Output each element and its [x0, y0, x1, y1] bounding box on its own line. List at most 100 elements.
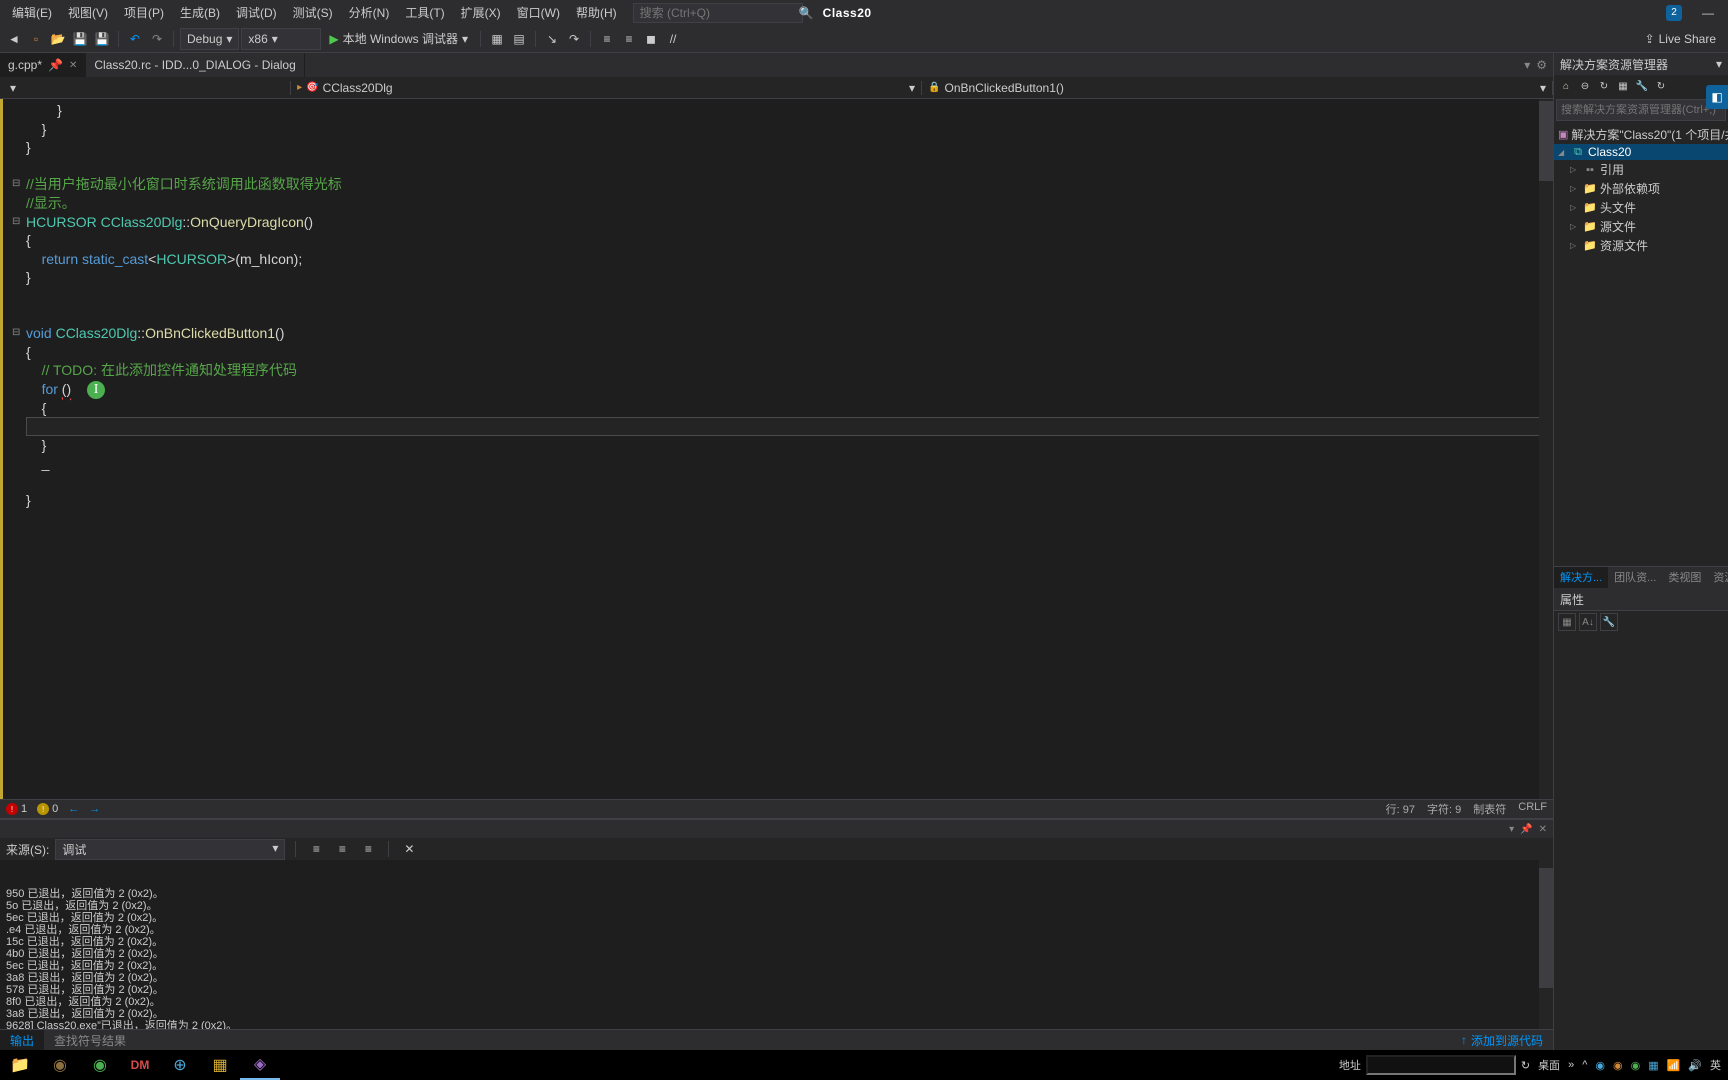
tray-app-icon[interactable]: ▦ — [1645, 1059, 1661, 1072]
live-share-button[interactable]: ⇪ Live Share — [1637, 32, 1724, 46]
menu-window[interactable]: 窗口(W) — [509, 1, 568, 24]
output-text[interactable]: 950 已退出，返回值为 2 (0x2)。5o 已退出，返回值为 2 (0x2)… — [0, 860, 1553, 1029]
comment-icon[interactable]: // — [663, 29, 683, 49]
sln-refresh-icon[interactable]: ↻ — [1653, 78, 1669, 94]
tab-file[interactable]: Class20.rc - IDD...0_DIALOG - Dialog — [86, 53, 304, 77]
code-editor[interactable]: } }}⊟//当用户拖动最小化窗口时系统调用此函数取得光标//显示。⊟HCURS… — [0, 99, 1553, 799]
props-pages-icon[interactable]: 🔧 — [1600, 613, 1618, 631]
sln-show-all-icon[interactable]: ▦ — [1615, 78, 1631, 94]
output-scrollbar[interactable] — [1539, 860, 1553, 1029]
indent-icon[interactable]: ≡ — [597, 29, 617, 49]
taskbar-app2-icon[interactable]: ⊕ — [160, 1050, 200, 1080]
bookmark-icon[interactable]: ◼ — [641, 29, 661, 49]
taskbar-browser-icon[interactable]: ◉ — [80, 1050, 120, 1080]
expand-icon[interactable]: ▷ — [1570, 222, 1580, 231]
step-over-icon[interactable]: ↷ — [564, 29, 584, 49]
global-search[interactable]: 🔍 — [633, 3, 803, 23]
tray-icon[interactable]: ^ — [1579, 1059, 1590, 1071]
bottom-tab-find[interactable]: 查找符号结果 — [44, 1030, 136, 1051]
taskbar-dm-icon[interactable]: DM — [120, 1050, 160, 1080]
new-file-icon[interactable]: ▫ — [26, 29, 46, 49]
tray-app-icon[interactable]: ◉ — [1592, 1059, 1608, 1072]
taskbar-app-icon[interactable]: ◉ — [40, 1050, 80, 1080]
close-icon[interactable]: ✕ — [69, 60, 77, 71]
tree-references-node[interactable]: ▷▪▪引用 — [1566, 160, 1728, 179]
platform-dropdown[interactable]: x86▾ — [241, 28, 321, 50]
minimap-scrollbar[interactable] — [1539, 99, 1553, 799]
status-eol[interactable]: CRLF — [1518, 801, 1547, 817]
menu-extensions[interactable]: 扩展(X) — [453, 1, 509, 24]
nav-next-icon[interactable]: → — [89, 803, 100, 815]
nav-back-icon[interactable]: ◄ — [4, 29, 24, 49]
output-scroll-icon[interactable]: ≡ — [358, 839, 378, 859]
tree-solution-node[interactable]: ▣解决方案"Class20"(1 个项目/共 1 个) — [1554, 125, 1728, 144]
search-input[interactable] — [640, 6, 795, 20]
tab-settings-icon[interactable]: ⚙ — [1536, 58, 1547, 72]
expand-icon[interactable]: ◢ — [1558, 148, 1568, 157]
address-input[interactable] — [1366, 1055, 1516, 1075]
rtab-team[interactable]: 团队资... — [1608, 567, 1662, 588]
menu-build[interactable]: 生成(B) — [172, 1, 228, 24]
taskbar-vs-icon[interactable]: ◈ — [240, 1050, 280, 1080]
menu-analyze[interactable]: 分析(N) — [341, 1, 398, 24]
menu-project[interactable]: 项目(P) — [116, 1, 172, 24]
tree-sources-node[interactable]: ▷📁源文件 — [1566, 217, 1728, 236]
panel-pin-icon[interactable]: 📌 — [1520, 824, 1532, 835]
tray-app-icon[interactable]: ◉ — [1628, 1059, 1644, 1072]
tb-btn-2[interactable]: ▤ — [509, 29, 529, 49]
menu-debug[interactable]: 调试(D) — [228, 1, 285, 24]
tab-file-active[interactable]: g.cpp* 📌 ✕ — [0, 53, 86, 77]
rtab-resourceview[interactable]: 资源视图 — [1707, 567, 1728, 588]
nav-prev-icon[interactable]: ← — [68, 803, 79, 815]
rtab-solution[interactable]: 解决方... — [1554, 567, 1608, 588]
bottom-tab-output[interactable]: 输出 — [0, 1030, 44, 1051]
tree-resources-node[interactable]: ▷📁资源文件 — [1566, 236, 1728, 255]
step-into-icon[interactable]: ↘ — [542, 29, 562, 49]
taskbar-explorer-icon[interactable]: 📁 — [0, 1050, 40, 1080]
taskbar-notepad-icon[interactable]: ▦ — [200, 1050, 240, 1080]
run-button[interactable]: ▶ 本地 Windows 调试器 ▾ — [323, 28, 474, 49]
pin-icon[interactable]: 📌 — [48, 58, 63, 72]
sln-properties-icon[interactable]: 🔧 — [1634, 78, 1650, 94]
tray-network-icon[interactable]: 📶 — [1664, 1059, 1684, 1072]
tree-project-node[interactable]: ◢⧉Class20 — [1554, 144, 1728, 160]
minimize-button[interactable]: — — [1702, 6, 1714, 20]
menu-test[interactable]: 测试(S) — [285, 1, 341, 24]
crumb-scope[interactable]: ▾ — [0, 81, 291, 95]
menu-edit[interactable]: 编辑(E) — [4, 1, 60, 24]
tray-volume-icon[interactable]: 🔊 — [1685, 1059, 1705, 1072]
tray-chevron-icon[interactable]: » — [1565, 1059, 1577, 1071]
sln-home-icon[interactable]: ⌂ — [1558, 78, 1574, 94]
undo-icon[interactable]: ↶ — [125, 29, 145, 49]
panel-dropdown-icon[interactable]: ▾ — [1509, 824, 1514, 835]
expand-icon[interactable]: ▷ — [1570, 203, 1580, 212]
props-categorize-icon[interactable]: ▦ — [1558, 613, 1576, 631]
warning-count[interactable]: !0 — [37, 803, 58, 815]
error-count[interactable]: !1 — [6, 803, 27, 815]
output-source-dropdown[interactable]: 调试▾ — [55, 839, 285, 860]
open-file-icon[interactable]: 📂 — [48, 29, 68, 49]
chevron-down-icon[interactable]: ▾ — [1716, 57, 1722, 71]
tray-app-icon[interactable]: ◉ — [1610, 1059, 1626, 1072]
expand-icon[interactable]: ▷ — [1570, 184, 1580, 193]
tree-headers-node[interactable]: ▷📁头文件 — [1566, 198, 1728, 217]
sln-sync-icon[interactable]: ↻ — [1596, 78, 1612, 94]
config-dropdown[interactable]: Debug▾ — [180, 28, 239, 50]
solution-search-input[interactable] — [1561, 104, 1721, 116]
crumb-class[interactable]: ▸🎯CClass20Dlg▾ — [291, 81, 922, 95]
props-alpha-icon[interactable]: A↓ — [1579, 613, 1597, 631]
solution-search[interactable] — [1556, 99, 1726, 121]
sln-collapse-icon[interactable]: ⊖ — [1577, 78, 1593, 94]
save-icon[interactable]: 💾 — [70, 29, 90, 49]
menu-help[interactable]: 帮助(H) — [568, 1, 625, 24]
output-wrap-icon[interactable]: ≡ — [332, 839, 352, 859]
rtab-classview[interactable]: 类视图 — [1662, 567, 1707, 588]
output-clear-icon[interactable]: ≡ — [306, 839, 326, 859]
add-to-source-button[interactable]: ↑添加到源代码 — [1451, 1032, 1553, 1049]
tray-go-icon[interactable]: ↻ — [1518, 1059, 1533, 1072]
tree-external-deps-node[interactable]: ▷📁外部依赖项 — [1566, 179, 1728, 198]
tb-btn-1[interactable]: ▦ — [487, 29, 507, 49]
outdent-icon[interactable]: ≡ — [619, 29, 639, 49]
notification-badge[interactable]: 2 — [1666, 5, 1682, 21]
panel-close-icon[interactable]: ✕ — [1539, 824, 1547, 835]
